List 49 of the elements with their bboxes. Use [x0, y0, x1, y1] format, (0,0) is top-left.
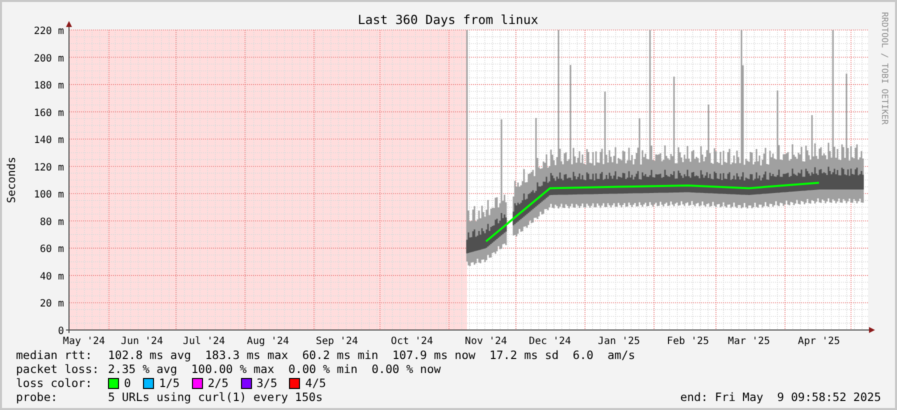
stat-value: 0.00 % min	[288, 362, 358, 376]
x-tick-label: Oct '24	[390, 336, 434, 346]
x-tick-label: Dec '24	[528, 336, 572, 346]
stat-value: 17.2 ms sd	[489, 348, 559, 362]
y-axis-title: Seconds	[5, 156, 18, 204]
stat-value: 60.2 ms min	[302, 348, 378, 362]
legend-label: packet loss:	[16, 362, 100, 376]
stat-value: 100.00 % max	[191, 362, 274, 376]
y-tick-label: 120 m	[34, 162, 64, 174]
x-tick-label: Jan '25	[598, 336, 640, 346]
stat-value: 2.35 % avg	[108, 362, 178, 376]
y-tick-label: 200 m	[34, 53, 64, 64]
x-tick-label: Jul '24	[182, 336, 226, 346]
loss-color-label: 1/5	[158, 376, 180, 390]
y-tick-label: 140 m	[34, 135, 64, 146]
y-tick-label: 100 m	[34, 190, 64, 201]
y-tick-label: 0	[58, 326, 64, 337]
y-tick-label: 220 m	[34, 26, 64, 37]
y-tick-label: 40 m	[40, 271, 64, 282]
credit-text: RRDTOOL / TOBI OETIKER	[879, 12, 889, 125]
x-tick-label: Mar '25	[728, 336, 770, 346]
y-tick-label: 20 m	[40, 298, 64, 310]
end-time: end: Fri May 9 09:58:52 2025	[680, 390, 881, 404]
stat-value: am/s	[607, 348, 636, 362]
stat-value: 0.00 % now	[372, 362, 441, 376]
stat-value: 6.0	[572, 348, 594, 362]
y-tick-label: 80 m	[40, 216, 64, 228]
loss-color-label: 2/5	[208, 376, 228, 390]
x-tick-label: Jun '24	[120, 336, 164, 346]
loss-color-label: 4/5	[305, 376, 326, 390]
x-tick-label: Sep '24	[316, 336, 358, 346]
stat-value: 107.9 ms now	[392, 348, 476, 362]
probe-description: 5 URLs using curl(1) every 150s	[108, 390, 323, 404]
x-tick-label: Nov '24	[464, 336, 508, 346]
y-tick-label: 60 m	[40, 244, 64, 256]
legend-label: probe:	[16, 390, 59, 404]
loss-color-label: 3/5	[256, 376, 278, 390]
legend-label: median rtt:	[16, 348, 94, 362]
x-tick-label: May '24	[62, 336, 106, 346]
x-tick-label: Feb '25	[666, 336, 710, 346]
y-tick-label: 180 m	[34, 80, 64, 92]
loss-color-label: 0	[124, 376, 131, 390]
stat-value: 102.8 ms avg	[108, 348, 192, 362]
chart-title: Last 360 Days from linux	[358, 12, 538, 27]
y-tick-label: 160 m	[34, 108, 64, 119]
stat-value: 183.3 ms max	[205, 348, 288, 362]
x-tick-label: Apr '25	[798, 336, 840, 346]
x-tick-label: Aug '24	[246, 336, 290, 346]
legend-label: loss color:	[16, 376, 94, 390]
